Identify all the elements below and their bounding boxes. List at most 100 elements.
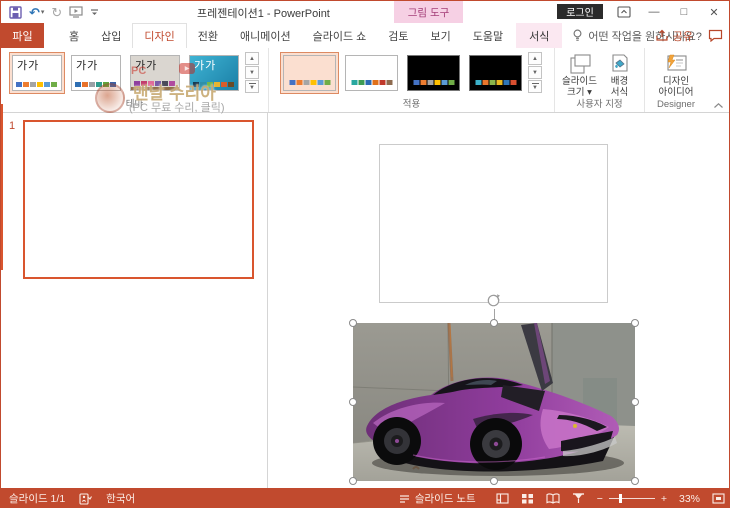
login-button[interactable]: 로그인 [557,4,603,19]
color-swatch [148,81,154,86]
theme-thumbnail-3[interactable]: 가가 [127,52,183,94]
annotation-line [1,104,3,270]
tab-insert[interactable]: 삽입 [90,23,132,48]
color-swatch [379,80,385,85]
tab-view[interactable]: 보기 [420,23,462,48]
zoom-level[interactable]: 33% [679,493,700,505]
color-swatch [214,82,220,87]
variant-thumbnail-2[interactable] [342,52,401,94]
group-label-variants: 적용 [402,99,421,110]
variant-thumbnail-1-selected[interactable] [280,52,339,94]
variants-scroll-up-icon[interactable]: ▲ [528,52,542,65]
color-swatch [51,82,57,87]
undo-button[interactable]: ↶ ▾ [29,6,44,19]
theme-thumbnail-4[interactable]: 가가 [186,52,242,94]
save-icon[interactable] [9,5,22,19]
reading-view-icon[interactable] [546,493,560,504]
zoom-slider-thumb[interactable] [618,494,622,503]
collapse-ribbon-icon[interactable] [713,102,724,109]
resize-handle-top-center[interactable] [490,319,498,327]
slide-canvas[interactable] [268,113,729,488]
rotate-handle-icon[interactable] [485,292,502,309]
comments-button[interactable] [708,23,723,48]
color-swatch [200,82,206,87]
slideshow-view-icon[interactable] [572,493,585,504]
normal-view-icon[interactable] [496,493,509,504]
design-ideas-button[interactable]: 디자인 아이디어 [649,52,703,98]
themes-scroll-down-icon[interactable]: ▼ [245,66,259,79]
ribbon-design: 가가 가가 가가 가가 ▲ ▼ ▼ 테마 ▲ ▼ ▼ 적용 슬라이드 크기 ▾ … [1,48,729,113]
resize-handle-bottom-left[interactable] [349,477,357,485]
title-bar: ↶ ▾ ↻ 프레젠테이션1 - PowerPoint 그림 도구 로그인 — □ … [1,1,729,23]
color-swatch [44,82,50,87]
redo-button[interactable]: ↻ [51,6,62,19]
color-swatch [82,82,88,87]
variants-more-icon[interactable]: ▼ [528,80,542,93]
group-label-customize: 사용자 지정 [576,99,623,110]
color-swatch [496,80,502,85]
group-label-designer: Designer [656,99,696,110]
theme-thumbnail-2[interactable]: 가가 [68,52,124,94]
fit-slide-to-window-icon[interactable] [712,493,725,504]
language-indicator[interactable]: 한국어 [106,491,135,506]
group-themes: 가가 가가 가가 가가 ▲ ▼ ▼ 테마 [1,48,269,112]
color-swatch [89,82,95,87]
zoom-in-button[interactable]: + [661,493,667,505]
color-swatch [324,80,330,85]
resize-handle-bottom-center[interactable] [490,477,498,485]
tab-slideshow[interactable]: 슬라이드 쇼 [302,23,378,48]
zoom-slider[interactable] [608,494,655,503]
slide-thumbnail-selected[interactable] [23,120,254,279]
format-background-button[interactable]: 배경 서식 [600,52,640,98]
color-swatch [310,80,316,85]
tab-transitions[interactable]: 전환 [187,23,229,48]
slide-size-button[interactable]: 슬라이드 크기 ▾ [560,52,600,98]
color-swatch [155,81,161,86]
resize-handle-bottom-right[interactable] [631,477,639,485]
ribbon-display-options-button[interactable] [609,1,639,23]
tab-review[interactable]: 검토 [377,23,419,48]
notes-button[interactable]: 슬라이드 노트 [399,491,476,506]
color-swatch [134,81,140,86]
start-slideshow-button[interactable] [69,6,83,18]
resize-handle-mid-right[interactable] [631,398,639,406]
resize-handle-top-left[interactable] [349,319,357,327]
close-button[interactable]: ✕ [699,1,729,23]
color-swatch [351,80,357,85]
color-swatch [30,82,36,87]
tab-format-contextual[interactable]: 서식 [516,23,563,48]
themes-gallery-scroll: ▲ ▼ ▼ [245,52,260,94]
tab-help[interactable]: 도움말 [462,23,514,48]
color-swatch [228,82,234,87]
tab-design[interactable]: 디자인 [132,23,187,48]
themes-scroll-up-icon[interactable]: ▲ [245,52,259,65]
slide-number: 1 [9,120,16,132]
tab-file[interactable]: 파일 [1,23,44,48]
color-swatch [482,80,488,85]
minimize-button[interactable]: — [639,1,669,23]
variants-scroll-down-icon[interactable]: ▼ [528,66,542,79]
quick-access-toolbar: ↶ ▾ ↻ [9,3,99,21]
resize-handle-top-right[interactable] [631,319,639,327]
customize-qat-button[interactable] [90,8,99,17]
accessibility-icon[interactable] [79,492,93,505]
variant-thumbnail-4[interactable] [466,52,525,94]
share-button[interactable]: 공유 [655,23,693,48]
themes-more-icon[interactable]: ▼ [245,80,259,93]
slide-counter: 슬라이드 1/1 [9,493,66,505]
slide-sorter-view-icon[interactable] [521,493,534,504]
color-swatch [303,80,309,85]
tab-animations[interactable]: 애니메이션 [229,23,302,48]
variant-thumbnail-3[interactable] [404,52,463,94]
color-swatch [420,80,426,85]
zoom-out-button[interactable]: − [597,493,603,505]
maximize-button[interactable]: □ [669,1,699,23]
group-label-themes: 테마 [125,99,144,110]
selected-picture[interactable] [349,319,639,485]
notes-label: 슬라이드 노트 [414,493,476,505]
content-placeholder[interactable] [379,144,608,303]
slide-size-icon [569,54,591,74]
resize-handle-mid-left[interactable] [349,398,357,406]
theme-thumbnail-1-selected[interactable]: 가가 [9,52,65,94]
tab-home[interactable]: 홈 [58,23,90,48]
